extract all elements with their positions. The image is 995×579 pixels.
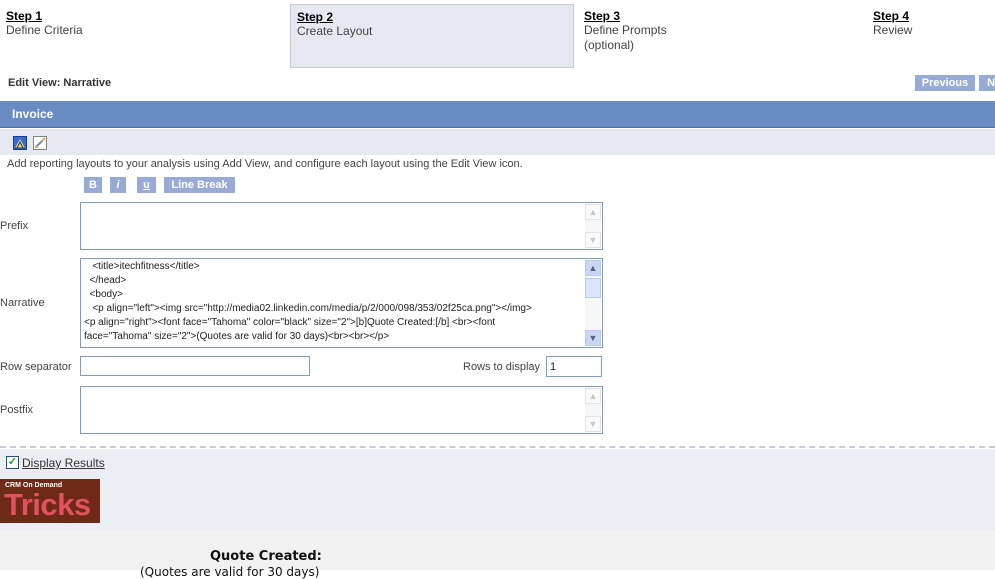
crm-tricks-logo: CRM On Demand Tricks — [0, 479, 100, 523]
narrative-textarea[interactable]: <title>itechfitness</title> </head> <bod… — [80, 258, 603, 348]
step-2-description: Create Layout — [297, 24, 373, 38]
logo-title: Tricks — [4, 487, 91, 522]
checkmark-icon: ✓ — [7, 456, 18, 468]
step-4-link[interactable]: Step 4 — [873, 9, 989, 23]
step-3[interactable]: Step 3 Define Prompts (optional) — [578, 4, 863, 68]
prefix-textarea[interactable]: ▲ ▼ — [80, 202, 603, 250]
step-2[interactable]: Step 2 Create Layout — [290, 4, 574, 68]
row-separator-input[interactable] — [80, 356, 310, 376]
help-text: Add reporting layouts to your analysis u… — [7, 158, 523, 170]
step-3-description: Define Prompts — [584, 23, 667, 37]
narrative-value: <title>itechfitness</title> </head> <bod… — [84, 261, 532, 342]
row-separator-label: Row separator — [0, 361, 72, 373]
underline-button[interactable]: u — [137, 177, 156, 193]
step-1-link[interactable]: Step 1 — [6, 9, 279, 23]
step-4[interactable]: Step 4 Review — [867, 4, 995, 68]
scroll-down-icon[interactable]: ▼ — [585, 416, 601, 432]
step-3-optional: (optional) — [584, 38, 635, 52]
scroll-up-icon[interactable]: ▲ — [585, 260, 601, 276]
edit-view-icon[interactable] — [33, 136, 47, 150]
line-break-button[interactable]: Line Break — [164, 177, 235, 193]
bold-button[interactable]: B — [84, 177, 102, 193]
edit-view-title: Edit View: Narrative — [8, 77, 112, 89]
view-toolbar — [0, 129, 995, 155]
prefix-label: Prefix — [0, 220, 29, 232]
quote-validity-text: (Quotes are valid for 30 days) — [140, 565, 320, 579]
display-results-checkbox[interactable]: ✓ — [6, 456, 19, 469]
scroll-thumb[interactable] — [585, 278, 601, 298]
section-title-bar: Invoice — [0, 101, 995, 128]
quote-created-heading: Quote Created: — [210, 549, 322, 564]
postfix-textarea[interactable]: ▲ ▼ — [80, 386, 603, 434]
scroll-down-icon[interactable]: ▼ — [585, 232, 601, 248]
prefix-scrollbar[interactable]: ▲ ▼ — [585, 204, 601, 248]
rows-to-display-input[interactable] — [546, 356, 602, 377]
section-divider — [0, 446, 995, 448]
scroll-down-icon[interactable]: ▼ — [585, 330, 601, 346]
next-button[interactable]: Next — [979, 75, 995, 91]
postfix-label: Postfix — [0, 404, 34, 416]
step-4-description: Review — [873, 23, 913, 37]
step-2-link[interactable]: Step 2 — [297, 10, 567, 24]
step-1-description: Define Criteria — [6, 23, 83, 37]
step-3-link[interactable]: Step 3 — [584, 9, 857, 23]
scroll-up-icon[interactable]: ▲ — [585, 388, 601, 404]
narrative-scrollbar[interactable]: ▲ ▼ — [585, 260, 601, 346]
display-results-link[interactable]: Display Results — [22, 456, 105, 470]
italic-button[interactable]: i — [110, 177, 126, 193]
add-view-icon[interactable] — [13, 136, 27, 150]
narrative-label: Narrative — [0, 297, 45, 309]
scroll-up-icon[interactable]: ▲ — [585, 204, 601, 220]
previous-button[interactable]: Previous — [915, 75, 975, 91]
rows-to-display-label: Rows to display — [463, 361, 541, 373]
step-1[interactable]: Step 1 Define Criteria — [0, 4, 285, 68]
preview-area — [0, 530, 995, 570]
postfix-scrollbar[interactable]: ▲ ▼ — [585, 388, 601, 432]
